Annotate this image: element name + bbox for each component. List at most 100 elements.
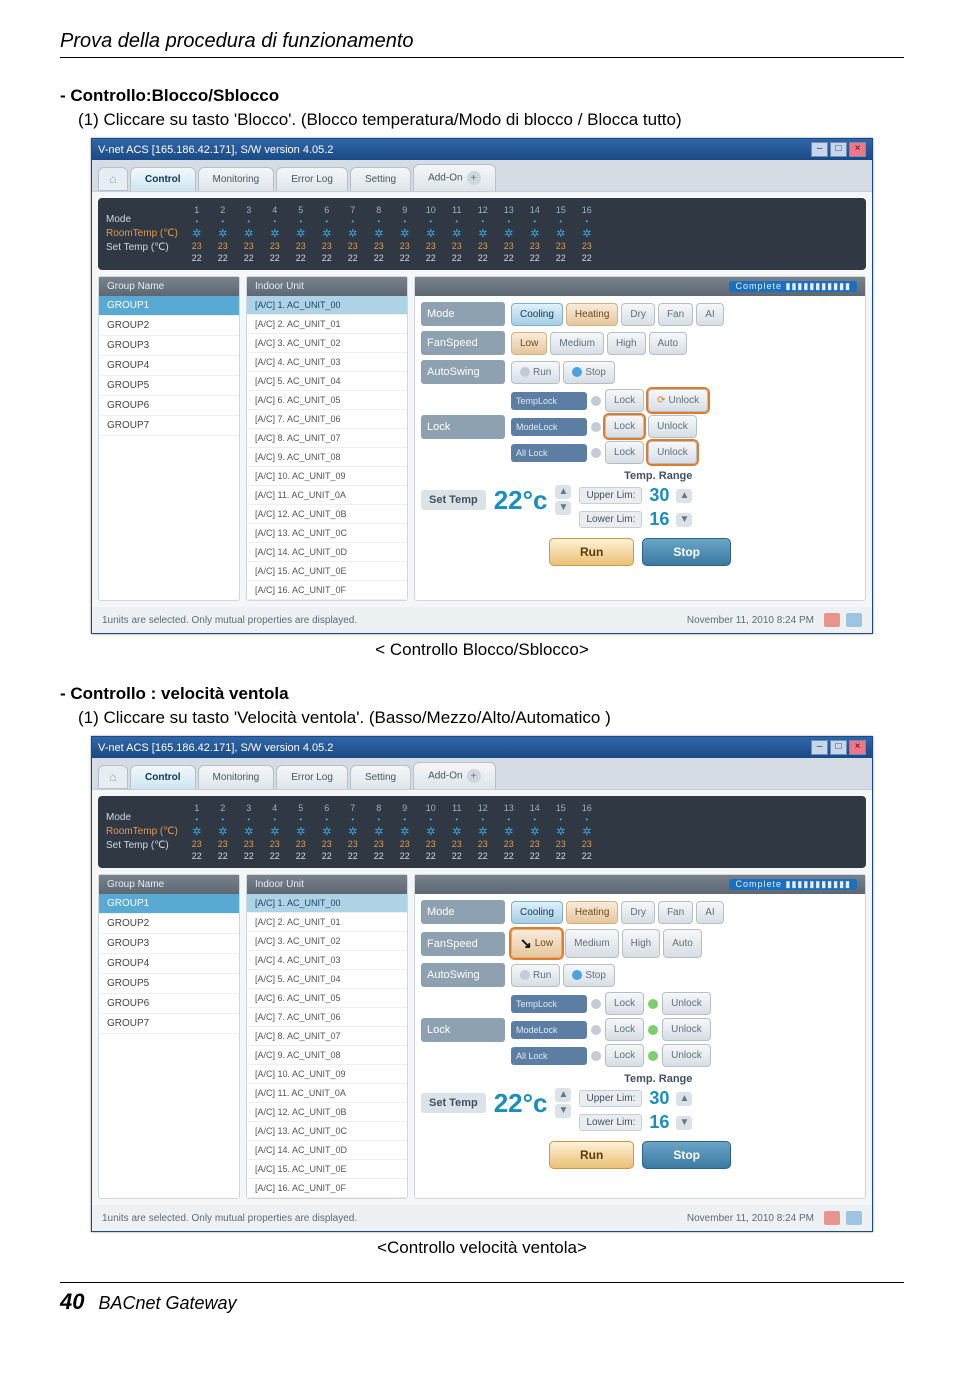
indoor-unit-item[interactable]: [A/C] 5. AC_UNIT_04 xyxy=(247,970,407,989)
group-item[interactable]: GROUP4 xyxy=(99,954,239,974)
group-item[interactable]: GROUP6 xyxy=(99,994,239,1014)
unit-cell[interactable]: 3•✲2322 xyxy=(238,204,260,264)
indoor-unit-item[interactable]: [A/C] 12. AC_UNIT_0B xyxy=(247,505,407,524)
indoor-unit-item[interactable]: [A/C] 13. AC_UNIT_0C xyxy=(247,1122,407,1141)
group-item[interactable]: GROUP6 xyxy=(99,396,239,416)
unit-cell[interactable]: 16•✲2322 xyxy=(576,204,598,264)
mode-heating[interactable]: Heating xyxy=(566,303,618,326)
addon-plus-icon-2[interactable]: + xyxy=(467,769,481,783)
unit-cell[interactable]: 9•✲2322 xyxy=(394,802,416,862)
group-item[interactable]: GROUP1 xyxy=(99,296,239,316)
unit-cell[interactable]: 7•✲2322 xyxy=(342,802,364,862)
indoor-unit-item[interactable]: [A/C] 16. AC_UNIT_0F xyxy=(247,1179,407,1198)
indoor-unit-item[interactable]: [A/C] 6. AC_UNIT_05 xyxy=(247,391,407,410)
indoor-unit-item[interactable]: [A/C] 1. AC_UNIT_00 xyxy=(247,894,407,913)
fan-high[interactable]: High xyxy=(607,332,646,355)
lower-down-2[interactable]: ▼ xyxy=(676,1116,692,1130)
temp-up-button[interactable]: ▲ xyxy=(555,485,571,499)
mode-cooling-2[interactable]: Cooling xyxy=(511,901,563,924)
unit-cell[interactable]: 7•✲2322 xyxy=(342,204,364,264)
mode-dry[interactable]: Dry xyxy=(621,303,655,326)
indoor-unit-item[interactable]: [A/C] 2. AC_UNIT_01 xyxy=(247,315,407,334)
unit-cell[interactable]: 8•✲2322 xyxy=(368,204,390,264)
alllock-unlock-2[interactable]: Unlock xyxy=(662,1044,711,1067)
unit-cell[interactable]: 5•✲2322 xyxy=(290,802,312,862)
templock-unlock-2[interactable]: Unlock xyxy=(662,992,711,1015)
unit-cell[interactable]: 2•✲2322 xyxy=(212,802,234,862)
fan-medium-2[interactable]: Medium xyxy=(565,929,619,958)
tab-addon[interactable]: Add-On+ xyxy=(413,164,495,191)
addon-plus-icon[interactable]: + xyxy=(467,171,481,185)
alllock-unlock[interactable]: Unlock xyxy=(648,441,697,464)
group-item[interactable]: GROUP5 xyxy=(99,376,239,396)
unit-cell[interactable]: 15•✲2322 xyxy=(550,802,572,862)
indoor-unit-item[interactable]: [A/C] 12. AC_UNIT_0B xyxy=(247,1103,407,1122)
minimize-button[interactable]: – xyxy=(811,142,828,157)
autoswing-run-2[interactable]: Run xyxy=(511,964,560,987)
fan-low[interactable]: Low xyxy=(511,332,547,355)
indoor-unit-item[interactable]: [A/C] 3. AC_UNIT_02 xyxy=(247,334,407,353)
tab-control[interactable]: Control xyxy=(130,167,196,191)
group-item[interactable]: GROUP3 xyxy=(99,336,239,356)
indoor-unit-item[interactable]: [A/C] 3. AC_UNIT_02 xyxy=(247,932,407,951)
templock-lock[interactable]: Lock xyxy=(605,389,644,412)
tab-control-2[interactable]: Control xyxy=(130,765,196,789)
unit-cell[interactable]: 14•✲2322 xyxy=(524,802,546,862)
run-button-2[interactable]: Run xyxy=(549,1141,634,1169)
unit-cell[interactable]: 10•✲2322 xyxy=(420,802,442,862)
tab-addon-2[interactable]: Add-On+ xyxy=(413,762,495,789)
indoor-unit-item[interactable]: [A/C] 10. AC_UNIT_09 xyxy=(247,1065,407,1084)
lower-down[interactable]: ▼ xyxy=(676,513,692,527)
maximize-button[interactable]: □ xyxy=(830,142,847,157)
close-button-2[interactable]: × xyxy=(849,740,866,755)
unit-cell[interactable]: 11•✲2322 xyxy=(446,802,468,862)
indoor-unit-item[interactable]: [A/C] 2. AC_UNIT_01 xyxy=(247,913,407,932)
tab-monitoring[interactable]: Monitoring xyxy=(198,167,275,191)
unit-cell[interactable]: 6•✲2322 xyxy=(316,802,338,862)
unit-cell[interactable]: 1•✲2322 xyxy=(186,204,208,264)
unit-cell[interactable]: 12•✲2322 xyxy=(472,802,494,862)
group-item[interactable]: GROUP1 xyxy=(99,894,239,914)
tab-errorlog[interactable]: Error Log xyxy=(276,167,348,191)
unit-cell[interactable]: 14•✲2322 xyxy=(524,204,546,264)
unit-cell[interactable]: 9•✲2322 xyxy=(394,204,416,264)
group-item[interactable]: GROUP3 xyxy=(99,934,239,954)
unit-cell[interactable]: 8•✲2322 xyxy=(368,802,390,862)
tab-setting[interactable]: Setting xyxy=(350,167,411,191)
autoswing-run[interactable]: Run xyxy=(511,361,560,384)
fan-medium[interactable]: Medium xyxy=(550,332,604,355)
unit-cell[interactable]: 11•✲2322 xyxy=(446,204,468,264)
unit-cell[interactable]: 15•✲2322 xyxy=(550,204,572,264)
indoor-unit-item[interactable]: [A/C] 14. AC_UNIT_0D xyxy=(247,543,407,562)
autoswing-stop-2[interactable]: Stop xyxy=(563,964,615,987)
run-button[interactable]: Run xyxy=(549,538,634,566)
group-item[interactable]: GROUP4 xyxy=(99,356,239,376)
alllock-lock-2[interactable]: Lock xyxy=(605,1044,644,1067)
upper-up-2[interactable]: ▲ xyxy=(676,1092,692,1106)
modelock-unlock-2[interactable]: Unlock xyxy=(662,1018,711,1041)
unit-cell[interactable]: 10•✲2322 xyxy=(420,204,442,264)
mode-ai-2[interactable]: AI xyxy=(696,901,723,924)
stop-button-2[interactable]: Stop xyxy=(642,1141,731,1169)
fan-auto-2[interactable]: Auto xyxy=(663,929,702,958)
unit-cell[interactable]: 4•✲2322 xyxy=(264,204,286,264)
templock-unlock[interactable]: ⟳ Unlock xyxy=(648,389,708,412)
indoor-unit-item[interactable]: [A/C] 6. AC_UNIT_05 xyxy=(247,989,407,1008)
unit-cell[interactable]: 4•✲2322 xyxy=(264,802,286,862)
indoor-unit-item[interactable]: [A/C] 7. AC_UNIT_06 xyxy=(247,1008,407,1027)
home-tab[interactable]: ⌂ xyxy=(98,167,128,191)
unit-cell[interactable]: 13•✲2322 xyxy=(498,802,520,862)
maximize-button-2[interactable]: □ xyxy=(830,740,847,755)
unit-cell[interactable]: 13•✲2322 xyxy=(498,204,520,264)
indoor-unit-item[interactable]: [A/C] 5. AC_UNIT_04 xyxy=(247,372,407,391)
unit-cell[interactable]: 16•✲2322 xyxy=(576,802,598,862)
group-item[interactable]: GROUP2 xyxy=(99,914,239,934)
indoor-unit-item[interactable]: [A/C] 8. AC_UNIT_07 xyxy=(247,1027,407,1046)
alllock-lock[interactable]: Lock xyxy=(605,441,644,464)
mode-fan[interactable]: Fan xyxy=(658,303,693,326)
modelock-unlock[interactable]: Unlock xyxy=(648,415,697,438)
group-item[interactable]: GROUP7 xyxy=(99,1014,239,1034)
indoor-unit-item[interactable]: [A/C] 16. AC_UNIT_0F xyxy=(247,581,407,600)
modelock-lock-2[interactable]: Lock xyxy=(605,1018,644,1041)
unit-cell[interactable]: 5•✲2322 xyxy=(290,204,312,264)
